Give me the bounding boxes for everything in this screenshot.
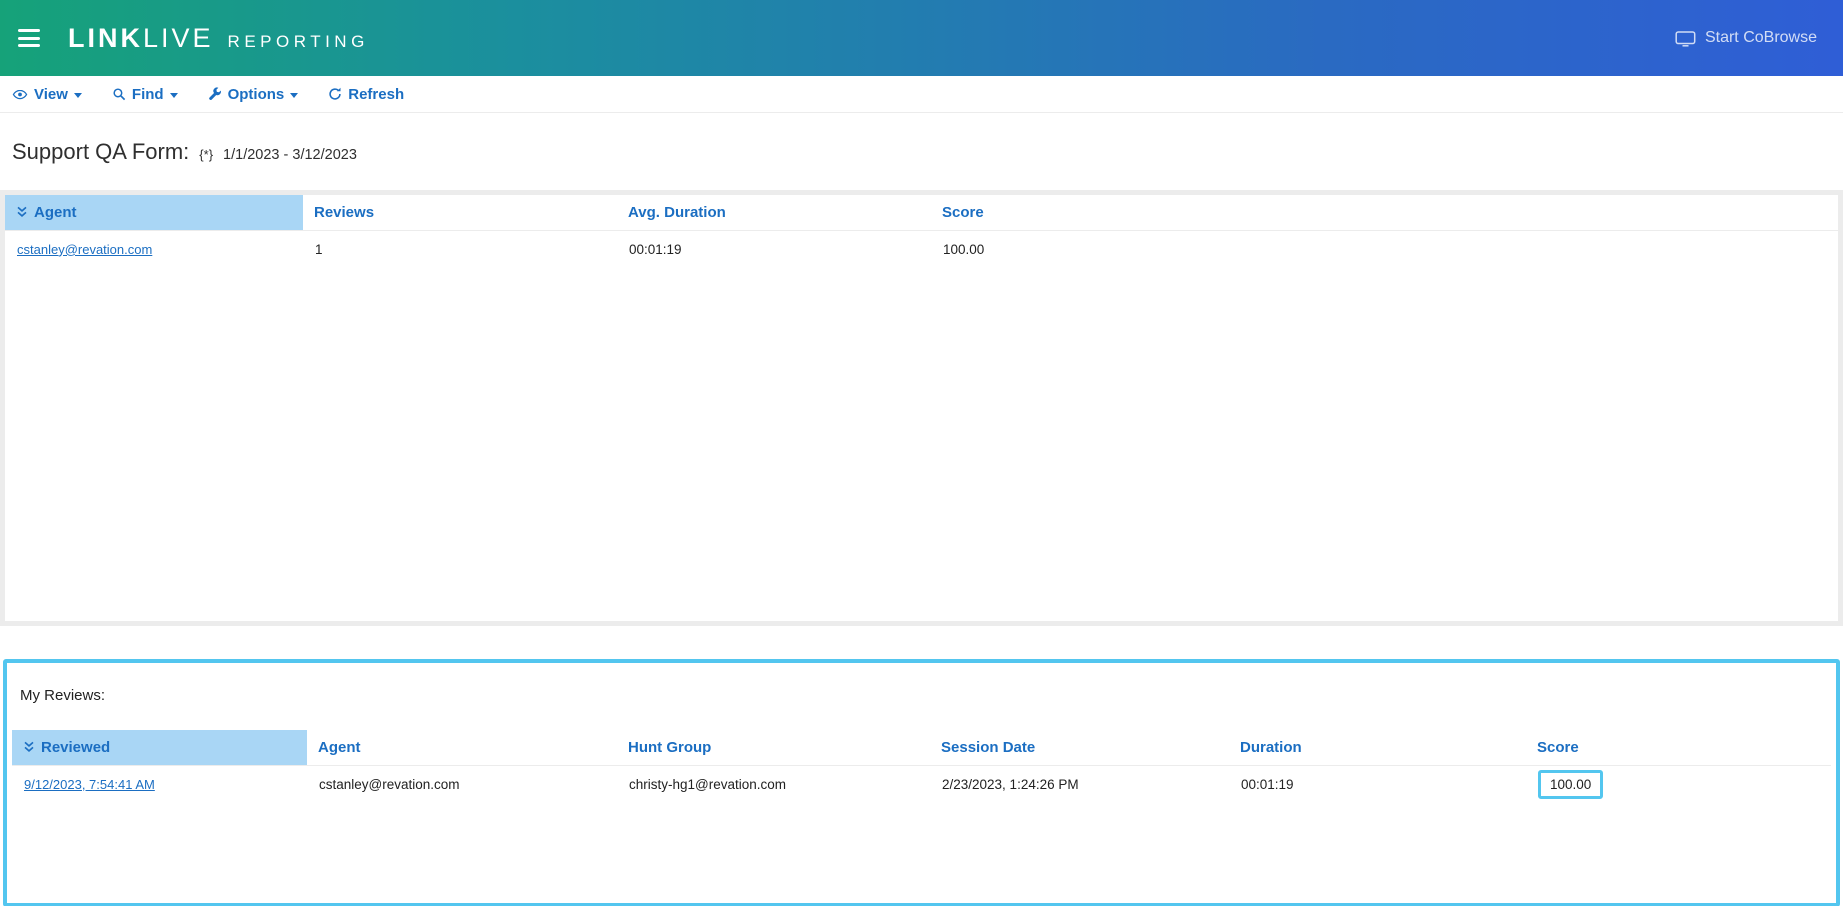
page-title-badge: {*} xyxy=(199,147,213,162)
chevron-down-icon xyxy=(170,93,178,98)
hunt-group-cell: christy-hg1@revation.com xyxy=(617,765,930,803)
page-title: Support QA Form: xyxy=(12,139,189,165)
cobrowse-screen-icon xyxy=(1675,30,1696,47)
page-title-row: Support QA Form: {*} 1/1/2023 - 3/12/202… xyxy=(0,113,1843,165)
search-icon xyxy=(112,87,126,101)
wrench-icon xyxy=(208,87,222,101)
refresh-label: Refresh xyxy=(348,86,404,103)
column-header-hunt-group-label: Hunt Group xyxy=(628,739,711,756)
column-header-score-label: Score xyxy=(1537,739,1579,756)
brand-logo: LINK LIVE REPORTING xyxy=(68,23,369,54)
brand-link-text: LINK xyxy=(68,23,143,54)
app-root: LINK LIVE REPORTING Start CoBrowse xyxy=(0,0,1843,906)
column-header-score-label: Score xyxy=(942,204,984,221)
column-header-agent[interactable]: Agent xyxy=(5,195,303,230)
score-cell: 100.00 xyxy=(931,230,1838,268)
brand-reporting-text: REPORTING xyxy=(228,32,369,52)
eye-icon xyxy=(12,87,28,102)
agent-link[interactable]: cstanley@revation.com xyxy=(17,242,152,257)
options-menu-button[interactable]: Options xyxy=(208,86,299,103)
my-reviews-section: My Reviews: xyxy=(3,659,1840,906)
column-header-avg-duration-label: Avg. Duration xyxy=(628,204,726,221)
avg-duration-cell: 00:01:19 xyxy=(617,230,931,268)
column-header-score[interactable]: Score xyxy=(931,195,1838,230)
date-range: 1/1/2023 - 3/12/2023 xyxy=(223,147,357,163)
start-cobrowse-button[interactable]: Start CoBrowse xyxy=(1675,29,1817,47)
column-header-session-date[interactable]: Session Date xyxy=(930,730,1229,765)
my-reviews-table: Reviewed Agent Hunt Group Session Date D… xyxy=(12,730,1831,803)
top-header: LINK LIVE REPORTING Start CoBrowse xyxy=(0,0,1843,76)
column-header-reviews-label: Reviews xyxy=(314,204,374,221)
find-menu-button[interactable]: Find xyxy=(112,86,178,103)
toolbar: View Find Options xyxy=(0,76,1843,113)
brand-live-text: LIVE xyxy=(143,23,214,54)
agent-cell: cstanley@revation.com xyxy=(5,230,303,268)
menu-icon[interactable] xyxy=(18,27,44,49)
column-header-reviewed[interactable]: Reviewed xyxy=(12,730,307,765)
start-cobrowse-label: Start CoBrowse xyxy=(1705,29,1817,47)
session-date-cell: 2/23/2023, 1:24:26 PM xyxy=(930,765,1229,803)
reviewed-timestamp-link[interactable]: 9/12/2023, 7:54:41 AM xyxy=(24,777,155,792)
sort-descending-icon xyxy=(16,206,28,218)
column-header-score[interactable]: Score xyxy=(1526,730,1831,765)
agents-table: Agent Reviews Avg. Duration Score xyxy=(5,195,1838,268)
my-reviews-label: My Reviews: xyxy=(20,687,1831,704)
column-header-duration-label: Duration xyxy=(1240,739,1302,756)
score-cell: 100.00 xyxy=(1526,765,1831,803)
column-header-agent-label: Agent xyxy=(34,204,77,221)
find-menu-label: Find xyxy=(132,86,164,103)
column-header-agent-label: Agent xyxy=(318,739,361,756)
chevron-down-icon xyxy=(290,93,298,98)
refresh-button[interactable]: Refresh xyxy=(328,86,404,103)
reviews-cell: 1 xyxy=(303,230,617,268)
view-menu-label: View xyxy=(34,86,68,103)
review-row: 9/12/2023, 7:54:41 AM cstanley@revation.… xyxy=(12,765,1831,803)
chevron-down-icon xyxy=(74,93,82,98)
reviewed-cell: 9/12/2023, 7:54:41 AM xyxy=(12,765,307,803)
column-header-session-date-label: Session Date xyxy=(941,739,1035,756)
sort-descending-icon xyxy=(23,741,35,753)
column-header-duration[interactable]: Duration xyxy=(1229,730,1526,765)
options-menu-label: Options xyxy=(228,86,285,103)
view-menu-button[interactable]: View xyxy=(12,86,82,103)
agents-table-row: cstanley@revation.com 1 00:01:19 100.00 xyxy=(5,230,1838,268)
score-highlight-box: 100.00 xyxy=(1538,770,1603,799)
agents-table-surface: Agent Reviews Avg. Duration Score xyxy=(5,195,1838,621)
agents-panel: Agent Reviews Avg. Duration Score xyxy=(0,190,1843,626)
column-header-agent[interactable]: Agent xyxy=(307,730,617,765)
duration-cell: 00:01:19 xyxy=(1229,765,1526,803)
column-header-reviews[interactable]: Reviews xyxy=(303,195,617,230)
agents-header-row: Agent Reviews Avg. Duration Score xyxy=(5,195,1838,230)
column-header-avg-duration[interactable]: Avg. Duration xyxy=(617,195,931,230)
reviews-header-row: Reviewed Agent Hunt Group Session Date D… xyxy=(12,730,1831,765)
refresh-icon xyxy=(328,87,342,101)
column-header-hunt-group[interactable]: Hunt Group xyxy=(617,730,930,765)
column-header-reviewed-label: Reviewed xyxy=(41,739,110,756)
agent-cell: cstanley@revation.com xyxy=(307,765,617,803)
